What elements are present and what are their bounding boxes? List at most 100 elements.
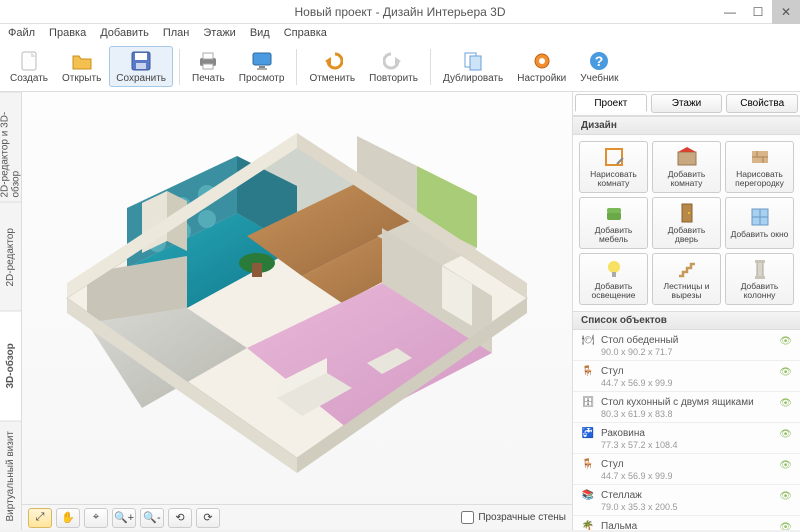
object-row[interactable]: 🪑Стул44.7 x 56.9 x 99.9👁 — [573, 454, 800, 485]
object-icon: 🪑 — [581, 457, 595, 471]
design-add-room-button[interactable]: Добавить комнату — [652, 141, 721, 193]
dup-button[interactable]: Дублировать — [437, 47, 509, 86]
viewport-3d[interactable]: ⤢✋⌖🔍+🔍-⟲⟳ Прозрачные стены — [22, 92, 572, 530]
print-button[interactable]: Печать — [186, 47, 231, 86]
file-icon — [17, 49, 41, 73]
rtab-Этажи[interactable]: Этажи — [651, 94, 723, 113]
transparent-walls-input[interactable] — [461, 511, 474, 524]
add-room-icon — [676, 146, 698, 168]
settings-button[interactable]: Настройки — [511, 47, 572, 86]
wall-icon — [749, 146, 771, 168]
canvas-3d[interactable] — [22, 92, 572, 504]
viewport-tool-0[interactable]: ⤢ — [28, 508, 52, 528]
gear-icon — [530, 49, 554, 73]
design-furniture-button[interactable]: Добавить мебель — [579, 197, 648, 249]
help-button[interactable]: ?Учебник — [574, 47, 624, 86]
viewport-tool-2[interactable]: ⌖ — [84, 508, 108, 528]
main-toolbar: СоздатьОткрытьСохранить ПечатьПросмотр Отм… — [0, 42, 800, 92]
design-stairs-button[interactable]: Лестницы и вырезы — [652, 253, 721, 305]
object-row[interactable]: 🪑Стул44.7 x 56.9 x 99.9👁 — [573, 361, 800, 392]
design-column-button[interactable]: Добавить колонну — [725, 253, 794, 305]
stairs-icon — [676, 258, 698, 280]
object-dimensions: 44.7 x 56.9 x 99.9 — [581, 378, 792, 388]
design-door-button[interactable]: Добавить дверь — [652, 197, 721, 249]
design-wall-button[interactable]: Нарисовать перегородку — [725, 141, 794, 193]
visibility-icon[interactable]: 👁 — [779, 460, 792, 471]
menu-вид[interactable]: Вид — [250, 27, 270, 39]
toolbar-separator — [430, 49, 431, 85]
menu-добавить[interactable]: Добавить — [100, 27, 149, 39]
redo-button[interactable]: Повторить — [363, 47, 424, 86]
visibility-icon[interactable]: 👁 — [779, 491, 792, 502]
object-row[interactable]: 🗄Стол кухонный с двумя ящиками80.3 x 61.… — [573, 392, 800, 423]
door-icon — [676, 202, 698, 224]
column-icon — [749, 258, 771, 280]
object-dimensions: 44.7 x 56.9 x 99.9 — [581, 471, 792, 481]
object-dimensions: 90.0 x 90.2 x 71.7 — [581, 347, 792, 357]
window-icon — [749, 206, 771, 228]
object-name: Стол обеденный — [601, 335, 678, 346]
transparent-walls-checkbox[interactable]: Прозрачные стены — [461, 511, 566, 524]
minimize-button[interactable]: — — [716, 0, 744, 24]
toolbar-separator — [179, 49, 180, 85]
menu-этажи[interactable]: Этажи — [203, 27, 235, 39]
window-title: Новый проект - Дизайн Интерьера 3D — [294, 5, 505, 19]
design-draw-room-button[interactable]: Нарисовать комнату — [579, 141, 648, 193]
object-icon: 📚 — [581, 488, 595, 502]
open-button[interactable]: Открыть — [56, 47, 107, 86]
redo-icon — [382, 49, 406, 73]
viewport-tool-5[interactable]: ⟲ — [168, 508, 192, 528]
folder-icon — [70, 49, 94, 73]
menu-план[interactable]: План — [163, 27, 190, 39]
visibility-icon[interactable]: 👁 — [779, 522, 792, 530]
object-row[interactable]: 📚Стеллаж79.0 x 35.3 x 200.5👁 — [573, 485, 800, 516]
object-row[interactable]: 🍽 Стол обеденный90.0 x 90.2 x 71.7👁 — [573, 330, 800, 361]
visibility-icon[interactable]: 👁 — [779, 336, 792, 347]
visibility-icon[interactable]: 👁 — [779, 398, 792, 409]
viewport-toolbar: ⤢✋⌖🔍+🔍-⟲⟳ Прозрачные стены — [22, 504, 572, 530]
svg-text:?: ? — [595, 53, 604, 69]
rtab-Проект[interactable]: Проект — [575, 94, 647, 113]
tab-2d[interactable]: 2D-редактор — [0, 202, 21, 312]
menu-справка[interactable]: Справка — [284, 27, 327, 39]
rtab-Свойства[interactable]: Свойства — [726, 94, 798, 113]
save-button[interactable]: Сохранить — [109, 46, 173, 87]
furniture-icon — [603, 202, 625, 224]
viewport-tool-6[interactable]: ⟳ — [196, 508, 220, 528]
object-name: Пальма — [601, 521, 637, 531]
design-light-button[interactable]: Добавить освещение — [579, 253, 648, 305]
tab-virt[interactable]: Виртуальный визит — [0, 421, 21, 531]
menu-правка[interactable]: Правка — [49, 27, 86, 39]
maximize-button[interactable]: ☐ — [744, 0, 772, 24]
object-dimensions: 79.0 x 35.3 x 200.5 — [581, 502, 792, 512]
preview-button[interactable]: Просмотр — [233, 47, 291, 86]
undo-button[interactable]: Отменить — [303, 47, 361, 86]
object-name: Стол кухонный с двумя ящиками — [601, 397, 754, 408]
object-icon: 🌴 — [581, 519, 595, 530]
object-icon: 🍽 — [581, 333, 595, 347]
tab-2d3d[interactable]: 2D-редактор и 3D-обзор — [0, 92, 21, 202]
design-window-button[interactable]: Добавить окно — [725, 197, 794, 249]
light-icon — [603, 258, 625, 280]
object-row[interactable]: 🚰Раковина77.3 x 57.2 x 108.4👁 — [573, 423, 800, 454]
menu-файл[interactable]: Файл — [8, 27, 35, 39]
viewport-tool-1[interactable]: ✋ — [56, 508, 80, 528]
viewport-tool-3[interactable]: 🔍+ — [112, 508, 136, 528]
object-icon: 🪑 — [581, 364, 595, 378]
tab-3d[interactable]: 3D-обзор — [0, 311, 21, 421]
object-row[interactable]: 🌴Пальма127.4 x 121.5 x 118.5👁 — [573, 516, 800, 530]
object-dimensions: 80.3 x 61.9 x 83.8 — [581, 409, 792, 419]
printer-icon — [196, 49, 220, 73]
menubar: Файл Правка Добавить План Этажи Вид Справка — [0, 24, 800, 42]
create-button[interactable]: Создать — [4, 47, 54, 86]
right-panel: ПроектЭтажиСвойства Дизайн Нарисовать ко… — [572, 92, 800, 530]
copy-icon — [461, 49, 485, 73]
left-tabs: 2D-редактор и 3D-обзор2D-редактор3D-обзо… — [0, 92, 22, 530]
viewport-tool-4[interactable]: 🔍- — [140, 508, 164, 528]
visibility-icon[interactable]: 👁 — [779, 367, 792, 378]
close-button[interactable]: ✕ — [772, 0, 800, 24]
right-tabs: ПроектЭтажиСвойства — [573, 92, 800, 116]
toolbar-separator — [296, 49, 297, 85]
visibility-icon[interactable]: 👁 — [779, 429, 792, 440]
object-dimensions: 77.3 x 57.2 x 108.4 — [581, 440, 792, 450]
